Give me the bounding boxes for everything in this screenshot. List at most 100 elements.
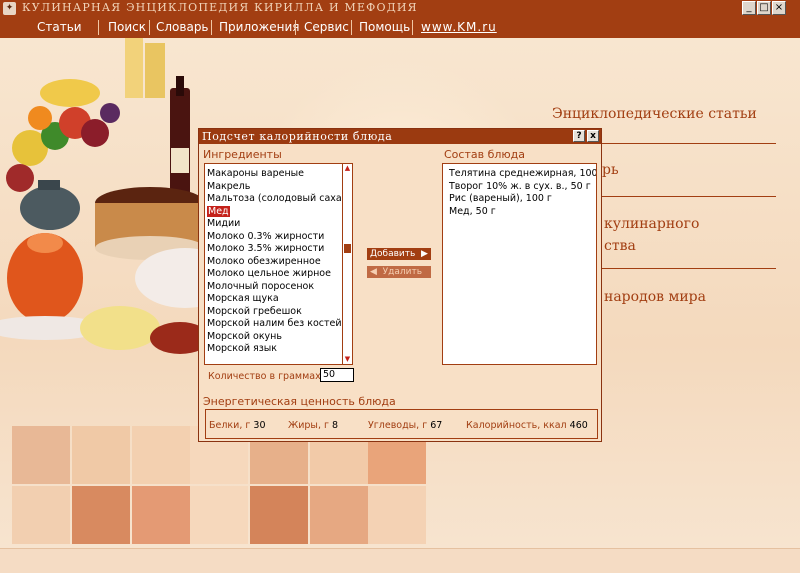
window-title: КУЛИНАРНАЯ ЭНЦИКЛОПЕДИЯ КИРИЛЛА И МЕФОДИ… (22, 1, 418, 14)
menu-separator (412, 20, 413, 35)
maximize-button[interactable]: □ (757, 1, 771, 15)
remove-button-label: Удалить (382, 267, 423, 277)
composition-label: Состав блюда (444, 148, 526, 161)
right-link-culinary-2[interactable]: ства (604, 238, 636, 254)
right-link-cuisines[interactable]: народов мира (604, 289, 706, 305)
remove-button[interactable]: ◀ Удалить (367, 266, 431, 278)
ingredient-item[interactable]: Морской налим без костей (205, 318, 352, 331)
ingredient-label: Мед (207, 205, 230, 217)
ingredient-label: Молочный поросенок (207, 280, 315, 292)
composition-item[interactable]: Телятина среднежирная, 100 г (447, 168, 596, 181)
ingredient-label: Морская щука (207, 293, 279, 304)
calorie-dialog: Подсчет калорийности блюда ? x Ингредиен… (198, 128, 602, 442)
ingredient-item[interactable]: Мальтоза (солодовый сахар) (205, 193, 352, 206)
tile-image (190, 486, 248, 544)
menu-service[interactable]: Сервис (304, 20, 349, 35)
fat-value: 8 (332, 420, 339, 431)
menu-applications[interactable]: Приложения (219, 20, 300, 35)
ingredient-item[interactable]: Морской язык (205, 343, 352, 356)
menu-separator (98, 20, 99, 35)
minimize-button[interactable]: _ (742, 1, 756, 15)
ingredient-item[interactable]: Молоко обезжиренное (205, 256, 352, 269)
ingredient-label: Мидии (207, 218, 241, 229)
ingredient-item[interactable]: Молоко 3.5% жирности (205, 243, 352, 256)
carbs-value: 67 (430, 420, 443, 431)
composition-item[interactable]: Рис (вареный), 100 г (447, 193, 596, 206)
composition-list[interactable]: Телятина среднежирная, 100 г Творог 10% ж… (442, 163, 597, 365)
close-window-button[interactable]: × (772, 1, 786, 15)
ingredients-items: Макароны вареные Макрель Мальтоза (солодов… (205, 164, 352, 356)
ingredient-label: Молоко 3.5% жирности (207, 243, 325, 254)
tile-image (12, 426, 70, 484)
ingredient-item[interactable]: Морской окунь (205, 331, 352, 344)
carbs-field: Углеводы, г 67 (368, 420, 442, 431)
fat-label: Жиры, г (288, 420, 329, 431)
right-link-dictionary[interactable]: рь (602, 162, 619, 178)
protein-value: 30 (253, 420, 266, 431)
scroll-up-icon[interactable]: ▲ (343, 164, 352, 173)
quantity-label: Количество в граммах (208, 371, 321, 382)
right-divider (602, 196, 776, 197)
ingredient-item[interactable]: Молоко цельное жирное (205, 268, 352, 281)
carbs-label: Углеводы, г (368, 420, 428, 431)
ingredients-label: Ингредиенты (203, 148, 282, 161)
ingredient-item[interactable]: Макароны вареные (205, 168, 352, 181)
ingredients-scrollbar[interactable]: ▲ ▼ (342, 164, 352, 364)
tile-image (132, 426, 190, 484)
composition-items: Телятина среднежирная, 100 г Творог 10% ж… (443, 164, 596, 218)
tile-image (310, 486, 368, 544)
bottom-bar (0, 548, 800, 573)
ingredient-label: Морской язык (207, 343, 278, 354)
add-button[interactable]: Добавить ▶ (367, 248, 431, 260)
fat-field: Жиры, г 8 (288, 420, 338, 431)
ingredient-item[interactable]: Молоко 0.3% жирности (205, 231, 352, 244)
calories-field: Калорийность, ккал 460 (466, 420, 588, 431)
tile-image (250, 486, 308, 544)
tile-image (12, 486, 70, 544)
scroll-thumb[interactable] (344, 244, 351, 253)
ingredient-item[interactable]: Морской гребешок (205, 306, 352, 319)
app-icon[interactable]: ✦ (3, 2, 16, 15)
right-link-culinary[interactable]: кулинарного (604, 216, 699, 232)
menu-bar: Статьи Поиск Словарь Приложения Сервис П… (0, 17, 800, 38)
ingredient-item[interactable]: Морская щука (205, 293, 352, 306)
right-link-encyclopedia[interactable]: Энциклопедические статьи (552, 106, 757, 122)
ingredients-list[interactable]: Макароны вареные Макрель Мальтоза (солодов… (204, 163, 353, 365)
km-link[interactable]: www.KM.ru (421, 20, 497, 35)
menu-help[interactable]: Помощь (359, 20, 410, 35)
ingredient-label: Молоко 0.3% жирности (207, 230, 325, 242)
ingredient-item[interactable]: Мидии (205, 218, 352, 231)
protein-label: Белки, г (209, 420, 251, 431)
menu-separator (351, 20, 352, 35)
menu-separator (211, 20, 212, 35)
quantity-input[interactable]: 50 (320, 368, 354, 382)
calories-label: Калорийность, ккал (466, 420, 567, 431)
calories-value: 460 (569, 420, 588, 431)
ingredient-item[interactable]: Молочный поросенок (205, 281, 352, 294)
ingredient-label: Макароны вареные (207, 168, 305, 179)
right-divider (602, 268, 776, 269)
menu-articles[interactable]: Статьи (37, 20, 82, 35)
ingredient-item[interactable]: Мед (205, 205, 352, 219)
menu-search[interactable]: Поиск (108, 20, 146, 35)
tile-image (72, 486, 130, 544)
composition-item[interactable]: Творог 10% ж. в сух. в., 50 г (447, 181, 596, 194)
menu-separator (149, 20, 150, 35)
title-bar: ✦ КУЛИНАРНАЯ ЭНЦИКЛОПЕДИЯ КИРИЛЛА И МЕФО… (0, 0, 800, 17)
scroll-down-icon[interactable]: ▼ (343, 355, 352, 364)
composition-item[interactable]: Мед, 50 г (447, 206, 596, 219)
help-button[interactable]: ? (573, 130, 585, 142)
menu-dictionary[interactable]: Словарь (156, 20, 209, 35)
ingredient-item[interactable]: Макрель (205, 181, 352, 194)
ingredient-label: Морской окунь (207, 330, 282, 342)
add-button-label: Добавить (370, 249, 416, 259)
arrow-left-icon: ◀ (370, 267, 380, 277)
menu-separator (295, 20, 296, 35)
ingredient-label: Морской гребешок (207, 305, 302, 317)
tile-image (132, 486, 190, 544)
ingredient-label: Мальтоза (солодовый сахар) (207, 193, 352, 204)
ingredient-label: Молоко обезжиренное (207, 255, 321, 267)
tile-image (368, 486, 426, 544)
close-dialog-button[interactable]: x (587, 130, 599, 142)
energy-box: Белки, г 30 Жиры, г 8 Углеводы, г 67 Кал… (205, 409, 598, 439)
